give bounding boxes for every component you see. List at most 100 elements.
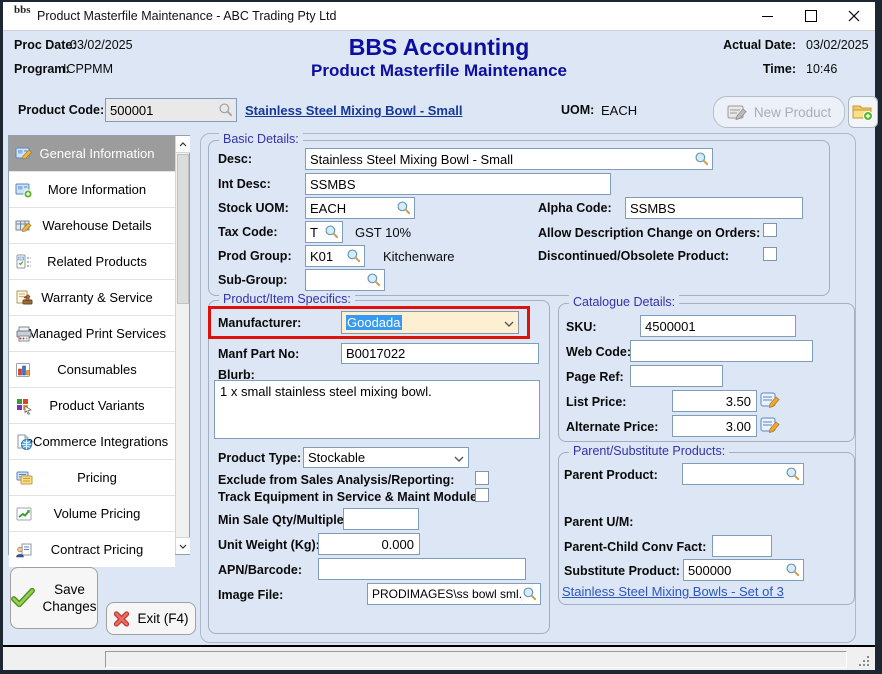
list-price-input[interactable] [677,394,754,409]
screen: bbs Product Masterfile Maintenance - ABC… [0,0,882,674]
sidebar-item-label: More Information [9,182,175,197]
image-file-field [367,583,541,605]
sub-group-label: Sub-Group: [218,273,287,287]
scroll-down-button[interactable] [176,537,190,554]
page-ref-input[interactable] [635,369,720,384]
desc-search-icon[interactable] [694,151,710,167]
maximize-button[interactable] [789,2,832,30]
scroll-up-button[interactable] [176,136,190,153]
min-sale-qty-field [343,508,419,530]
sku-label: SKU: [566,320,597,334]
prod-group-input[interactable] [310,249,346,264]
sidebar-item-label: Warehouse Details [9,218,175,233]
save-changes-button[interactable]: SaveChanges [10,567,98,629]
substitute-product-search-icon[interactable] [785,562,801,578]
sidebar-item-warehouse-details[interactable]: Warehouse Details [9,208,175,244]
card-plus-icon [15,181,33,199]
parent-child-conv-label: Parent-Child Conv Fact: [564,540,706,554]
alternate-price-edit-icon[interactable] [760,416,780,439]
product-name-link[interactable]: Stainless Steel Mixing Bowl - Small [245,103,462,118]
web-code-input[interactable] [635,344,810,359]
open-folder-button[interactable] [848,96,878,128]
page-ref-label: Page Ref: [566,370,624,384]
manufacturer-label: Manufacturer: [218,316,301,330]
stock-uom-search-icon[interactable] [396,200,412,216]
exclude-sales-checkbox[interactable] [475,471,489,485]
unit-weight-input[interactable] [323,537,417,552]
exit-button[interactable]: Exit (F4) [106,602,196,635]
parent-product-search-icon[interactable] [785,466,801,482]
list-price-edit-icon[interactable] [760,391,780,414]
desc-field [305,148,713,170]
sidebar-item-product-variants[interactable]: Product Variants [9,388,175,424]
substitute-product-field [683,559,804,581]
sidebar-item-volume-pricing[interactable]: Volume Pricing [9,496,175,532]
sidebar-item-related-products[interactable]: Related Products [9,244,175,280]
image-file-input[interactable] [372,587,522,601]
uom-value: EACH [601,103,637,118]
exit-label: Exit (F4) [137,610,188,627]
parent-product-label: Parent Product: [564,468,658,482]
tax-code-desc: GST 10% [355,225,411,240]
chevron-down-icon [454,449,464,467]
image-file-search-icon[interactable] [522,586,538,602]
chevron-up-icon [179,142,187,147]
parent-child-conv-input[interactable] [717,539,769,554]
substitute-product-link[interactable]: Stainless Steel Mixing Bowls - Set of 3 [562,584,784,599]
sidebar-item-general-information[interactable]: General Information [9,136,175,172]
tax-code-input[interactable] [310,225,324,240]
sidebar-item-pricing[interactable]: Pricing [9,460,175,496]
alpha-code-input[interactable] [630,201,800,216]
manufacturer-select[interactable]: Goodada [341,311,519,334]
sidebar-scrollbar[interactable] [175,136,189,554]
desc-input[interactable] [310,152,694,167]
close-button[interactable] [832,2,875,30]
sidebar: General Information More Information War… [8,135,190,555]
tax-code-search-icon[interactable] [324,224,340,240]
catalogue-details-legend: Catalogue Details: [569,295,679,309]
manufacturer-value: Goodada [346,315,402,330]
substitute-product-input[interactable] [688,563,785,578]
new-product-button: New Product [713,96,845,128]
sidebar-item-warranty-service[interactable]: Warranty & Service [9,280,175,316]
prod-group-search-icon[interactable] [346,248,362,264]
discontinued-checkbox[interactable] [763,247,777,261]
parent-product-field [682,463,804,485]
allow-desc-change-checkbox[interactable] [763,223,777,237]
page-globe-icon [15,433,33,451]
product-type-select[interactable]: Stockable [303,447,469,468]
parent-product-input[interactable] [687,467,785,482]
save-label-line2: Changes [42,599,96,614]
sidebar-item-contract-pricing[interactable]: Contract Pricing [9,532,175,567]
sku-input[interactable] [645,319,793,334]
basic-details-legend: Basic Details: [219,132,303,146]
app-logo-icon: bbs [14,6,32,26]
parent-child-conv-field [712,535,772,557]
product-code-search-icon[interactable] [218,102,234,118]
sidebar-item-label: General Information [9,146,175,161]
blurb-textarea[interactable]: 1 x small stainless steel mixing bowl. [214,380,540,439]
track-equipment-checkbox[interactable] [475,488,489,502]
title-bar: bbs Product Masterfile Maintenance - ABC… [3,2,875,31]
min-sale-qty-input[interactable] [348,512,416,527]
allow-desc-change-label: Allow Description Change on Orders: [538,226,760,240]
sidebar-item-managed-print-services[interactable]: Managed Print Services [9,316,175,352]
int-desc-input[interactable] [310,177,608,192]
exclude-sales-label: Exclude from Sales Analysis/Reporting: [218,473,454,487]
sidebar-item-ecommerce-integrations[interactable]: eCommerce Integrations [9,424,175,460]
apn-barcode-input[interactable] [323,562,523,577]
time-label: Time: [676,62,796,76]
alternate-price-input[interactable] [677,419,754,434]
sidebar-item-consumables[interactable]: Consumables [9,352,175,388]
stock-uom-input[interactable] [310,201,396,216]
list-price-field [672,390,757,412]
manf-part-no-input[interactable] [346,346,536,361]
sidebar-item-more-information[interactable]: More Information [9,172,175,208]
resize-grip[interactable] [857,654,869,666]
sub-group-search-icon[interactable] [366,272,382,288]
scrollbar-thumb[interactable] [177,154,189,304]
product-code-input[interactable] [110,103,218,118]
minimize-button[interactable] [746,2,789,30]
sub-group-input[interactable] [310,273,366,288]
apn-barcode-field [318,558,526,580]
